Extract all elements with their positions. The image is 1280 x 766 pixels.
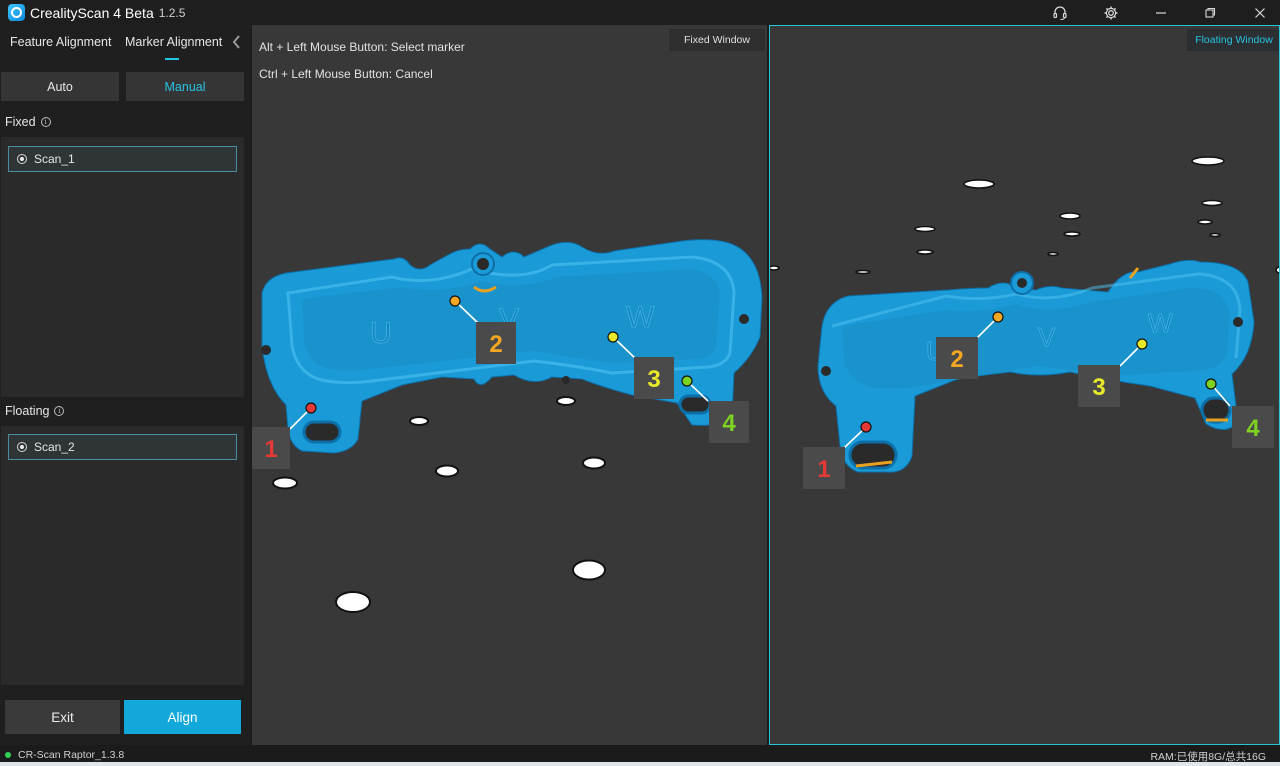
floating-section-label: Floating i	[5, 404, 65, 418]
cancel-marker-hint: Ctrl + Left Mouse Button: Cancel	[259, 67, 433, 81]
connection-status-icon	[5, 752, 11, 758]
floating-scan-item[interactable]: Scan_2	[8, 434, 237, 460]
floating-viewport[interactable]: U V W 1 2 3 4 Floating Window	[769, 25, 1280, 745]
app-logo-icon	[8, 4, 25, 21]
floating-scan-label: Scan_2	[34, 440, 75, 454]
select-marker-hint: Alt + Left Mouse Button: Select marker	[259, 40, 465, 54]
marker-3-label: 3	[1092, 374, 1105, 401]
exit-button[interactable]: Exit	[5, 700, 120, 734]
tab-marker-alignment[interactable]: Marker Alignment	[125, 35, 222, 49]
title-bar: CrealityScan 4 Beta 1.2.5	[0, 0, 1280, 25]
fixed-scan-item[interactable]: Scan_1	[8, 146, 237, 172]
alignment-panel: Feature Alignment Marker Alignment Auto …	[0, 25, 251, 745]
radio-selected-icon[interactable]	[17, 154, 27, 164]
marker-3-dot[interactable]	[607, 331, 619, 343]
marker-1-dot[interactable]	[860, 421, 872, 433]
floating-window-label: Floating Window	[1187, 29, 1279, 51]
marker-1-dot[interactable]	[305, 402, 317, 414]
radio-selected-icon[interactable]	[17, 442, 27, 452]
marker-4-dot[interactable]	[1205, 378, 1217, 390]
marker-1-label: 1	[817, 456, 830, 483]
manual-mode-button[interactable]: Manual	[126, 72, 244, 101]
align-button[interactable]: Align	[124, 700, 241, 734]
part-letter: V	[1038, 322, 1056, 352]
headset-icon[interactable]	[1040, 0, 1080, 25]
marker-4-label: 4	[722, 410, 736, 437]
marker-4-label: 4	[1246, 415, 1260, 442]
alignment-tabs: Feature Alignment Marker Alignment	[0, 25, 251, 65]
marker-4-dot[interactable]	[681, 375, 693, 387]
auto-mode-button[interactable]: Auto	[1, 72, 119, 101]
fixed-label: Fixed	[5, 115, 36, 129]
marker-2-label: 2	[489, 331, 502, 358]
fixed-scan-label: Scan_1	[34, 152, 75, 166]
status-strip	[0, 762, 1280, 766]
status-bar: CR-Scan Raptor_1.3.8 RAM:已使用8G/总共16G	[0, 745, 1280, 766]
gear-icon[interactable]	[1091, 0, 1131, 25]
floating-scan-list: Scan_2	[1, 426, 244, 685]
fixed-viewport[interactable]: U V W 1 2 3 4 Alt + Left Mouse Button: S…	[252, 25, 767, 745]
info-icon[interactable]: i	[54, 406, 65, 416]
tab-feature-alignment[interactable]: Feature Alignment	[10, 35, 111, 49]
marker-1-label: 1	[264, 436, 277, 463]
close-icon[interactable]	[1240, 0, 1280, 25]
chevron-left-icon[interactable]	[230, 34, 244, 50]
fixed-scan-model[interactable]: U V W 1 2 3 4	[252, 25, 767, 745]
marker-2-label: 2	[950, 346, 963, 373]
floating-scan-model[interactable]: U V W 1 2 3 4	[770, 26, 1280, 745]
fixed-section-label: Fixed i	[5, 115, 51, 129]
fixed-scan-list: Scan_1	[1, 137, 244, 397]
fixed-window-label: Fixed Window	[669, 29, 765, 51]
info-icon[interactable]: i	[40, 117, 51, 127]
marker-3-label: 3	[647, 366, 660, 393]
part-letter: U	[370, 317, 392, 350]
minimize-icon[interactable]	[1141, 0, 1181, 25]
floating-label: Floating	[5, 404, 50, 418]
part-letter: W	[1148, 308, 1173, 338]
device-name: CR-Scan Raptor_1.3.8	[18, 749, 125, 761]
part-letter: W	[626, 301, 655, 334]
marker-3-dot[interactable]	[1136, 338, 1148, 350]
marker-2-dot[interactable]	[992, 311, 1004, 323]
app-title: CrealityScan 4 Beta	[30, 4, 154, 21]
restore-icon[interactable]	[1190, 0, 1230, 25]
marker-2-dot[interactable]	[449, 295, 461, 307]
active-tab-indicator	[165, 58, 179, 60]
app-version: 1.2.5	[158, 5, 186, 20]
